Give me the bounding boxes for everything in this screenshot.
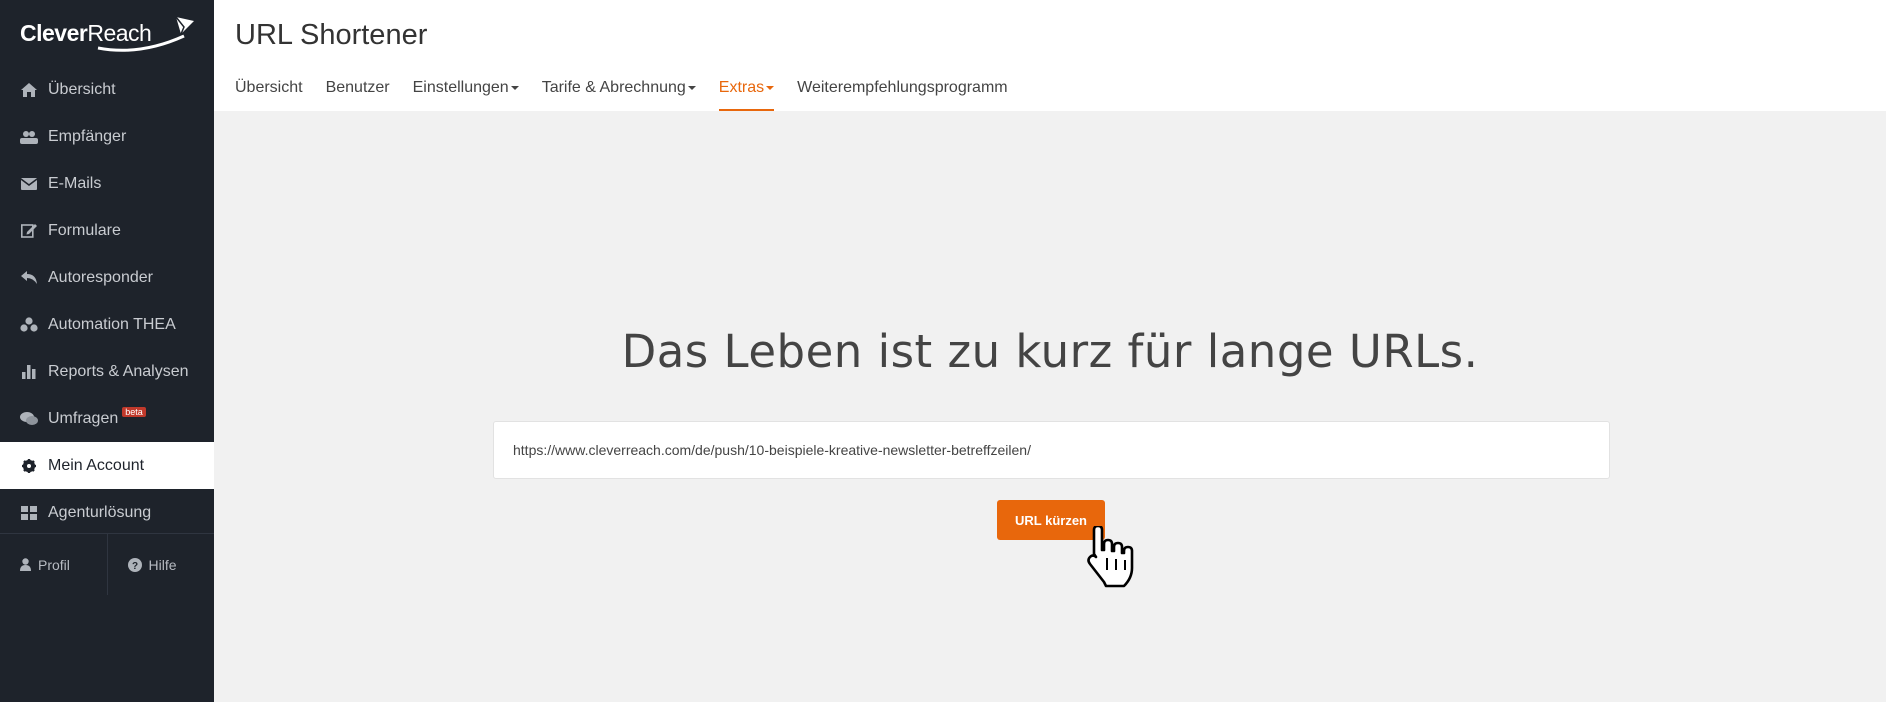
cubes-icon [20,317,38,333]
sidebar-item-emails[interactable]: E-Mails [0,160,214,207]
gear-icon [20,458,38,474]
help-link[interactable]: ? Hilfe [106,534,215,595]
caret-down-icon [766,85,775,90]
tab-tarife[interactable]: Tarife & Abrechnung [542,72,696,111]
profile-link[interactable]: Profil [0,534,107,595]
envelope-icon [20,176,38,192]
tab-einstellungen[interactable]: Einstellungen [413,72,519,111]
edit-icon [20,223,38,239]
caret-down-icon [687,85,696,90]
beta-badge: beta [122,406,146,417]
grid-icon [20,505,38,521]
comments-icon [20,411,38,427]
sidebar-item-mein-account[interactable]: Mein Account [0,442,214,489]
home-icon [20,82,38,98]
hand-cursor-icon [1087,526,1134,588]
sidebar-item-automation[interactable]: Automation THEA [0,301,214,348]
sidebar-nav: Übersicht Empfänger E-Mails Formulare Au… [0,66,214,536]
url-input[interactable] [493,421,1610,479]
tab-bar: Übersicht Benutzer Einstellungen Tarife … [235,72,1031,111]
question-icon: ? [127,557,142,572]
user-icon [20,558,31,571]
sidebar-footer: Profil ? Hilfe [0,533,214,595]
tab-extras[interactable]: Extras [718,72,775,111]
sidebar-item-agenturloesung[interactable]: Agenturlösung [0,489,214,536]
page-title: URL Shortener [235,19,428,51]
bar-chart-icon [20,364,38,380]
sidebar-item-umfragen[interactable]: Umfragen beta [0,395,214,442]
logo[interactable]: CleverReach [0,0,214,66]
sidebar: CleverReach Übersicht Empfänger E-Mails … [0,0,214,702]
main-content: Das Leben ist zu kurz für lange URLs. UR… [214,111,1886,702]
paper-plane-icon [97,16,194,52]
sidebar-item-empfaenger[interactable]: Empfänger [0,113,214,160]
sidebar-item-reports[interactable]: Reports & Analysen [0,348,214,395]
caret-down-icon [510,85,519,90]
tab-weiterempfehlung[interactable]: Weiterempfehlungsprogramm [797,72,1007,111]
reply-icon [20,270,38,286]
headline: Das Leben ist zu kurz für lange URLs. [621,325,1479,378]
page-header: URL Shortener Übersicht Benutzer Einstel… [214,0,1886,111]
tab-benutzer[interactable]: Benutzer [326,72,390,111]
tab-uebersicht[interactable]: Übersicht [235,72,303,111]
sidebar-item-formulare[interactable]: Formulare [0,207,214,254]
sidebar-item-autoresponder[interactable]: Autoresponder [0,254,214,301]
svg-text:?: ? [131,561,137,572]
sidebar-item-uebersicht[interactable]: Übersicht [0,66,214,113]
users-icon [20,129,38,145]
